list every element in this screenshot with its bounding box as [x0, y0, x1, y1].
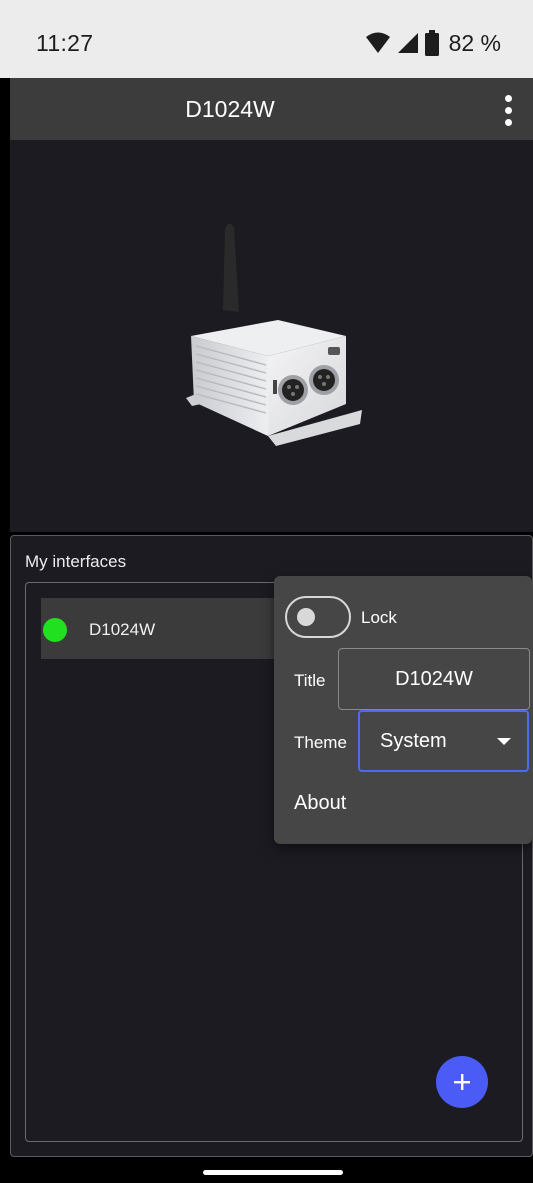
more-vert-icon[interactable]: [493, 90, 523, 130]
toggle-knob: [297, 608, 315, 626]
battery-icon: [424, 30, 439, 56]
theme-select[interactable]: System: [358, 710, 529, 772]
menu-item-about[interactable]: About: [294, 792, 346, 815]
title-label: Title: [294, 671, 326, 690]
plus-icon: [454, 1074, 470, 1090]
status-icons: 82 %: [365, 28, 501, 58]
panel-title: My interfaces: [25, 552, 127, 571]
app-bar: D1024W: [10, 78, 533, 140]
lock-toggle[interactable]: [285, 596, 351, 638]
overflow-menu: Lock Title D1024W Theme System About: [274, 576, 532, 844]
app-title: D1024W: [185, 96, 275, 122]
caret-down-icon: [497, 738, 511, 745]
add-interface-button[interactable]: [436, 1056, 488, 1108]
lock-label: Lock: [361, 608, 397, 627]
device-image: [10, 140, 533, 532]
signal-icon: [397, 33, 418, 53]
navigation-bar: [0, 1157, 533, 1183]
status-dot-icon: [43, 618, 67, 642]
theme-selected-value: System: [380, 730, 447, 752]
wifi-icon: [365, 32, 390, 53]
title-input[interactable]: D1024W: [338, 648, 530, 710]
dmx-interface-illustration: [186, 223, 362, 446]
list-item[interactable]: D1024W: [41, 598, 301, 659]
status-bar: 11:27 82 %: [0, 0, 533, 78]
home-indicator[interactable]: [203, 1170, 343, 1175]
status-time: 11:27: [36, 30, 94, 56]
list-item-label: D1024W: [89, 620, 156, 639]
theme-label: Theme: [294, 733, 347, 752]
battery-percent: 82 %: [448, 29, 501, 56]
